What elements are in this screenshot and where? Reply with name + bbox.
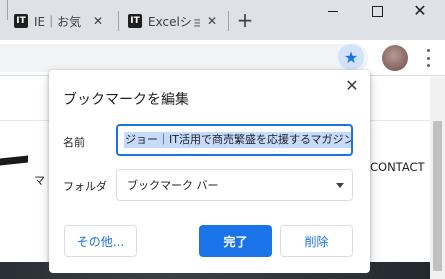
scrollbar-thumb[interactable] bbox=[433, 121, 442, 271]
folder-select-value: ブックマーク バー bbox=[127, 179, 219, 192]
address-bar[interactable] bbox=[0, 44, 368, 72]
tab-title: Excelショ bbox=[148, 14, 200, 29]
bookmark-name-value: ジョー｜IT活用で商売繁盛を応援するマガジン bbox=[124, 132, 351, 148]
bookmark-star-icon[interactable]: ★ bbox=[338, 44, 364, 70]
name-label: 名前 bbox=[63, 136, 85, 149]
more-options-button[interactable]: その他... bbox=[64, 225, 137, 257]
window-minimize-icon[interactable] bbox=[323, 4, 343, 18]
tab-excel-shortcut[interactable]: IT Excelショ ✕ bbox=[128, 8, 224, 34]
tab-ie-favorites[interactable]: IT IE｜お気 ✕ bbox=[14, 8, 110, 34]
page-text-fragment: マ bbox=[34, 174, 45, 187]
tab-partial-left[interactable] bbox=[0, 0, 8, 20]
page-scrollbar[interactable] bbox=[430, 77, 445, 279]
bookmark-name-input[interactable]: ジョー｜IT活用で商売繁盛を応援するマガジン bbox=[116, 124, 353, 156]
close-icon[interactable]: ✕ bbox=[342, 76, 362, 96]
folder-label: フォルダ bbox=[63, 180, 107, 193]
logo-fragment bbox=[0, 155, 28, 166]
folder-select[interactable]: ブックマーク バー bbox=[116, 169, 353, 201]
dialog-title: ブックマークを編集 bbox=[63, 92, 189, 108]
done-button[interactable]: 完了 bbox=[199, 225, 272, 257]
window-close-icon[interactable]: ✕ bbox=[410, 3, 430, 19]
delete-button[interactable]: 削除 bbox=[280, 225, 353, 257]
profile-avatar[interactable] bbox=[382, 45, 408, 71]
tab-close-icon[interactable]: ✕ bbox=[92, 14, 104, 28]
window-maximize-icon[interactable] bbox=[367, 4, 387, 18]
browser-menu-icon[interactable] bbox=[425, 49, 431, 67]
tab-close-icon[interactable]: ✕ bbox=[206, 14, 218, 28]
tab-strip: IT IE｜お気 ✕ IT Excelショ ✕ + ✕ bbox=[0, 0, 445, 40]
new-tab-plus-icon[interactable]: + bbox=[236, 10, 254, 30]
tab-title: IE｜お気 bbox=[34, 14, 82, 29]
site-favicon-icon: IT bbox=[128, 14, 142, 28]
nav-contact-link[interactable]: CONTACT bbox=[370, 160, 425, 174]
edit-bookmark-dialog: ブックマークを編集 ✕ 名前 ジョー｜IT活用で商売繁盛を応援するマガジン フォ… bbox=[49, 70, 370, 273]
site-favicon-icon: IT bbox=[14, 14, 28, 28]
chevron-down-icon bbox=[336, 183, 344, 188]
tab-separator bbox=[118, 11, 119, 31]
tab-separator bbox=[228, 11, 229, 31]
